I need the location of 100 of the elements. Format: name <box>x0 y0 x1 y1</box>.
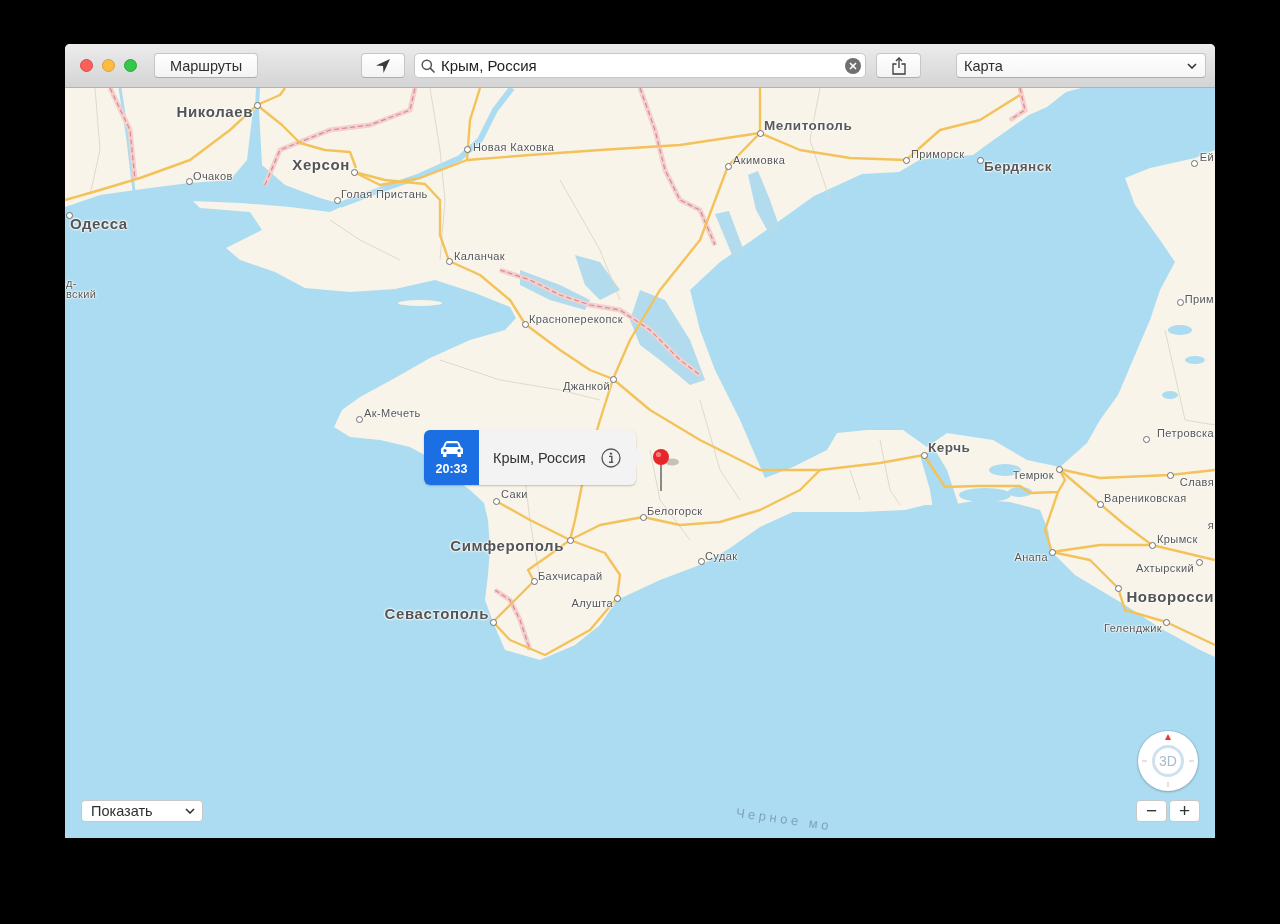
sea-label: Черное мо <box>735 806 833 834</box>
city-dot-icon <box>609 375 617 383</box>
info-icon[interactable] <box>600 447 621 468</box>
city-label: Судак <box>705 549 738 563</box>
city-label: Новоросси <box>1126 588 1214 606</box>
chevron-down-icon <box>185 808 195 814</box>
city-dot-icon <box>1114 584 1122 592</box>
share-icon <box>891 56 906 75</box>
clear-icon[interactable] <box>845 57 861 74</box>
city-label: Симферополь <box>450 537 564 555</box>
city-dot-icon <box>445 257 453 265</box>
city-label: Анапа <box>1014 550 1048 564</box>
city-label: Петровска <box>1157 426 1214 440</box>
city-label: Ак-Мечеть <box>364 406 421 420</box>
city-label: вский <box>66 287 97 301</box>
city-dot-icon <box>613 594 621 602</box>
city-dot-icon <box>1142 435 1150 443</box>
city-dot-icon <box>1190 159 1198 167</box>
search-field[interactable]: Крым, Россия <box>414 53 866 78</box>
city-dot-icon <box>333 196 341 204</box>
city-dot-icon <box>463 145 471 153</box>
zoom-out-button[interactable]: − <box>1136 800 1167 822</box>
city-dot-icon <box>1162 618 1170 626</box>
city-label: Бахчисарай <box>538 569 603 583</box>
city-dot-icon <box>65 211 73 219</box>
city-label: Алушта <box>571 596 613 610</box>
city-dot-icon <box>756 129 764 137</box>
city-label: Николаев <box>176 103 253 121</box>
city-label: Саки <box>501 487 528 501</box>
close-button[interactable] <box>80 59 93 72</box>
city-label: д- <box>66 276 77 289</box>
city-dot-icon <box>1148 541 1156 549</box>
city-label: Одесса <box>70 215 128 233</box>
city-dot-icon <box>902 156 910 164</box>
city-label: Джанкой <box>563 379 610 393</box>
city-label: я <box>1207 518 1214 532</box>
city-label: Приморск <box>911 147 965 161</box>
city-label: Темрюк <box>1012 468 1054 482</box>
map-type-select[interactable]: Карта <box>956 53 1206 78</box>
city-dot-icon <box>521 320 529 328</box>
city-dot-icon <box>350 168 358 176</box>
zoom-button[interactable] <box>124 59 137 72</box>
directions-button[interactable]: 20:33 <box>424 430 479 485</box>
city-label: Акимовка <box>733 153 786 167</box>
city-label: Славя <box>1179 475 1214 489</box>
city-dot-icon <box>1048 548 1056 556</box>
city-label: Крымск <box>1157 532 1198 546</box>
city-label: Геленджик <box>1104 621 1162 635</box>
city-label: Очаков <box>193 169 233 183</box>
city-label: Керчь <box>928 440 971 456</box>
city-dot-icon <box>1166 471 1174 479</box>
current-location-button[interactable] <box>361 53 405 78</box>
lake <box>1185 356 1205 364</box>
share-button[interactable] <box>876 53 921 78</box>
minor-road <box>849 469 861 501</box>
border-line <box>1008 88 1028 123</box>
lagoon <box>715 211 745 262</box>
city-label: Ей <box>1199 150 1214 164</box>
city-label: Красноперекопск <box>529 312 623 326</box>
search-icon <box>421 58 435 73</box>
chevron-down-icon <box>1187 62 1197 69</box>
city-dot-icon <box>1055 465 1063 473</box>
routes-button[interactable]: Маршруты <box>154 53 258 78</box>
city-label: Голая Пристань <box>341 187 428 201</box>
navigation-arrow-icon <box>375 57 391 74</box>
border-line <box>493 587 533 651</box>
city-dot-icon <box>253 101 261 109</box>
city-dot-icon <box>697 557 705 565</box>
city-dot-icon <box>492 497 500 505</box>
city-dot-icon <box>355 415 363 423</box>
city-label: Новая Каховка <box>473 140 555 154</box>
city-dot-icon <box>566 536 574 544</box>
city-label: Каланчак <box>454 249 505 263</box>
city-label: Варениковская <box>1104 491 1187 505</box>
map-pin-icon[interactable] <box>652 448 680 492</box>
city-dot-icon <box>1195 558 1203 566</box>
island <box>398 300 442 306</box>
minor-road <box>329 219 401 261</box>
city-dot-icon <box>639 513 647 521</box>
lagoon <box>748 171 781 237</box>
city-dot-icon <box>1096 500 1104 508</box>
place-title: Крым, Россия <box>493 449 586 466</box>
city-label: Мелитополь <box>764 118 853 134</box>
car-icon <box>439 439 464 458</box>
city-dot-icon <box>489 618 497 626</box>
city-dot-icon <box>1176 298 1184 306</box>
city-label: Херсон <box>292 156 350 174</box>
city-label: Бердянск <box>984 159 1052 175</box>
lake <box>1162 391 1178 399</box>
minor-road <box>879 439 901 506</box>
city-label: Белогорск <box>647 504 703 518</box>
city-label: Ахтырский <box>1136 561 1194 575</box>
zoom-in-button[interactable]: + <box>1169 800 1200 822</box>
city-dot-icon <box>530 577 538 585</box>
city-label: Севастополь <box>384 605 489 623</box>
show-menu-select[interactable]: Показать <box>81 800 203 822</box>
lake <box>1168 325 1192 335</box>
city-dot-icon <box>920 451 928 459</box>
city-dot-icon <box>724 162 732 170</box>
city-label: Прим <box>1184 292 1214 306</box>
